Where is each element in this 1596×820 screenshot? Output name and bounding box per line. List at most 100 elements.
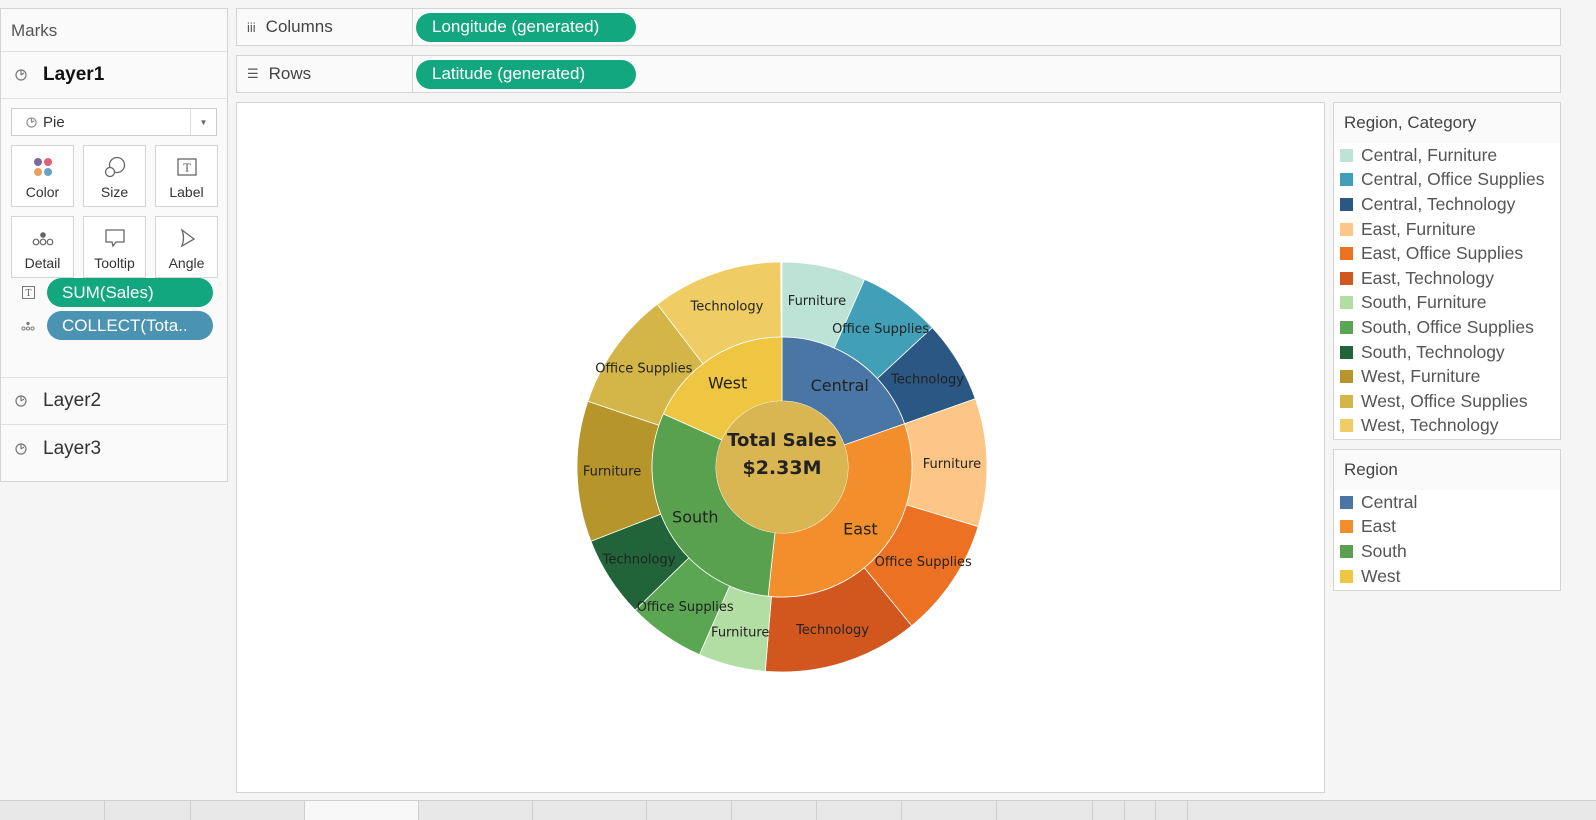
legend-title: Region	[1334, 450, 1560, 490]
east-technology-label: Technology	[795, 623, 869, 638]
legend-label: Central, Furniture	[1361, 144, 1498, 165]
legend-item-east-office-supplies[interactable]: East, Office Supplies	[1334, 241, 1560, 266]
angle-button[interactable]: Angle	[155, 216, 218, 278]
south-label: South	[672, 507, 719, 526]
layer-3-label: Layer3	[43, 437, 102, 459]
detail-icon	[32, 232, 53, 246]
svg-text:T: T	[25, 289, 31, 299]
legend-item-south-office-supplies[interactable]: South, Office Supplies	[1334, 315, 1560, 340]
center-value: $2.33M	[742, 457, 821, 479]
legend-swatch	[1340, 495, 1353, 509]
central-office-supplies-label: Office Supplies	[832, 322, 929, 337]
sheet-tab[interactable]	[997, 801, 1093, 820]
west-office-supplies-label: Office Supplies	[595, 361, 692, 376]
collect-total-pill[interactable]: COLLECT(Tota..	[47, 311, 213, 340]
legend-item-central-technology[interactable]: Central, Technology	[1334, 192, 1560, 217]
legend-item-west-technology[interactable]: West, Technology	[1334, 414, 1560, 439]
rows-icon: ☰	[247, 66, 259, 81]
latitude-pill[interactable]: Latitude (generated)	[416, 59, 636, 89]
west-furniture-label: Furniture	[583, 464, 641, 479]
columns-icon: iii	[247, 19, 256, 35]
color-button[interactable]: Color	[11, 145, 74, 207]
layer-1-label: Layer1	[43, 64, 105, 85]
legend-swatch	[1340, 394, 1353, 408]
sheet-tab[interactable]	[732, 801, 817, 820]
legend-swatch	[1340, 271, 1353, 285]
legend-item-west[interactable]: West	[1334, 564, 1560, 589]
legend-item-east-technology[interactable]: East, Technology	[1334, 266, 1560, 291]
sheet-tab[interactable]	[533, 801, 647, 820]
legend-item-south[interactable]: South	[1334, 539, 1560, 564]
sheet-tab[interactable]	[419, 801, 533, 820]
label-button[interactable]: T Label	[155, 145, 218, 207]
south-technology-label: Technology	[602, 553, 676, 568]
sheet-tab[interactable]	[105, 801, 191, 820]
legend-label: West, Office Supplies	[1361, 390, 1528, 411]
color-button-label: Color	[25, 184, 60, 200]
legend-label: South, Office Supplies	[1361, 316, 1534, 337]
sheet-tab[interactable]	[647, 801, 732, 820]
south-office-supplies-label: Office Supplies	[637, 600, 734, 615]
legend-label: South, Technology	[1361, 341, 1505, 362]
layer-1[interactable]: Layer1	[1, 52, 227, 99]
label-icon: T	[176, 158, 197, 176]
chart-view[interactable]: Furniture Office Supplies Technology Furnit…	[236, 102, 1325, 793]
columns-shelf[interactable]: iii Columns Longitude (generated)	[236, 8, 1561, 46]
legend-label: South	[1361, 540, 1407, 561]
rows-label-text: Rows	[268, 64, 312, 83]
legend-swatch	[1340, 222, 1353, 236]
legend-swatch	[1340, 544, 1353, 558]
east-furniture-label: Furniture	[923, 457, 981, 472]
chevron-down-icon[interactable]: ▼	[190, 109, 216, 135]
layer-3[interactable]: Layer3	[1, 425, 227, 472]
legend-item-south-technology[interactable]: South, Technology	[1334, 340, 1560, 365]
tooltip-icon	[104, 229, 125, 248]
legend-item-central-office-supplies[interactable]: Central, Office Supplies	[1334, 168, 1560, 193]
legend-item-west-furniture[interactable]: West, Furniture	[1334, 364, 1560, 389]
tooltip-button[interactable]: Tooltip	[83, 216, 146, 278]
legend-label: Central, Technology	[1361, 193, 1516, 214]
sheet-tab-active[interactable]	[305, 801, 419, 820]
layer-2-label: Layer2	[43, 390, 102, 411]
mark-type-dropdown[interactable]: Pie ▼	[11, 108, 217, 136]
legend-title: Region, Category	[1334, 103, 1560, 143]
pie-icon	[15, 395, 27, 407]
size-button[interactable]: Size	[83, 145, 146, 207]
rows-shelf[interactable]: ☰ Rows Latitude (generated)	[236, 55, 1561, 93]
legend-swatch	[1340, 569, 1353, 583]
detail-button-label: Detail	[24, 255, 61, 271]
region-category-legend: Region, Category Central, Furniture Centr…	[1333, 102, 1561, 440]
sunburst-chart[interactable]: Furniture Office Supplies Technology Furnit…	[237, 103, 1326, 794]
legend-label: Central, Office Supplies	[1361, 169, 1545, 190]
legend-item-west-office-supplies[interactable]: West, Office Supplies	[1334, 389, 1560, 414]
sheet-tab[interactable]	[0, 801, 105, 820]
sheet-tab[interactable]	[191, 801, 305, 820]
legend-item-east[interactable]: East	[1334, 515, 1560, 540]
sheet-tab[interactable]	[1093, 801, 1125, 820]
layer-1-spacer	[1, 344, 227, 378]
legend-item-south-furniture[interactable]: South, Furniture	[1334, 291, 1560, 316]
sheet-tab[interactable]	[1156, 801, 1188, 820]
detail-icon	[21, 321, 35, 331]
legend-swatch	[1340, 370, 1353, 384]
size-button-label: Size	[100, 184, 129, 200]
sheet-tab[interactable]	[902, 801, 997, 820]
pie-icon	[26, 116, 37, 128]
longitude-pill[interactable]: Longitude (generated)	[416, 12, 636, 42]
sheet-tab[interactable]	[1125, 801, 1156, 820]
sum-sales-pill[interactable]: SUM(Sales)	[47, 278, 213, 307]
legend-item-central-furniture[interactable]: Central, Furniture	[1334, 143, 1560, 168]
central-furniture-label: Furniture	[788, 294, 846, 309]
legend-item-central[interactable]: Central	[1334, 490, 1560, 515]
pie-icon	[15, 442, 27, 455]
legend-swatch	[1340, 345, 1353, 359]
legend-label: Central	[1361, 491, 1418, 512]
layer-2[interactable]: Layer2	[1, 378, 227, 425]
detail-button[interactable]: Detail	[11, 216, 74, 278]
mark-cards: Color Size T Label Detail Tooltip Angle	[11, 145, 218, 278]
central-label: Central	[811, 376, 869, 395]
legend-swatch	[1340, 197, 1353, 211]
legend-items: Central, Furniture Central, Office Suppli…	[1334, 143, 1560, 438]
sheet-tab[interactable]	[817, 801, 902, 820]
legend-item-east-furniture[interactable]: East, Furniture	[1334, 217, 1560, 242]
